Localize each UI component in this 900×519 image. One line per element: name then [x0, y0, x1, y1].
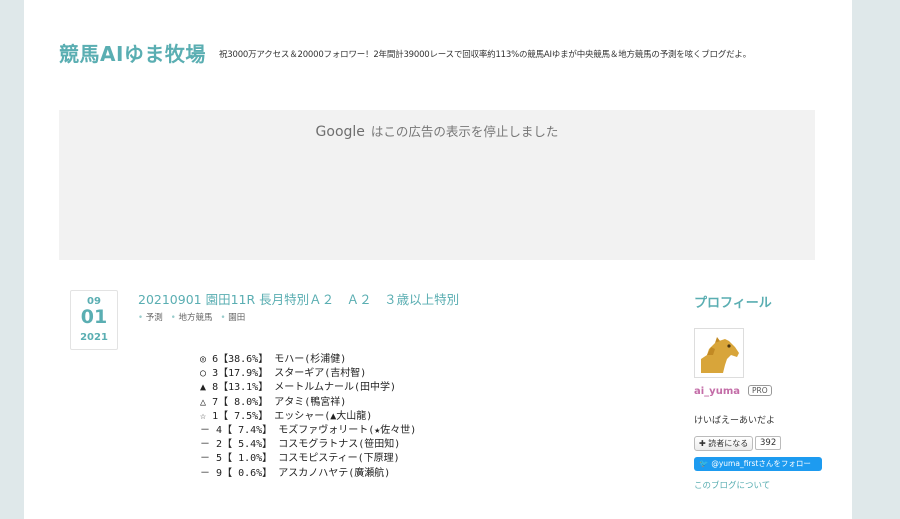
twitter-bird-icon: 🐦 [699, 459, 709, 468]
pro-badge: PRO [748, 385, 772, 396]
prediction-horse-number: 8 [212, 382, 219, 394]
prediction-mark: － [200, 453, 210, 465]
prediction-horse-number: 2 [216, 439, 223, 451]
prediction-probability: 8.0% [228, 396, 259, 408]
prediction-row: ◎ 6【38.6%】 モハー(杉浦健) [200, 354, 347, 365]
prediction-mark: △ [200, 396, 207, 408]
page-container: 競馬AIゆま牧場 祝3000万アクセス＆20000フォロワー！2年間計39000… [24, 0, 852, 519]
prediction-row: － 5【 1.0%】 コスモピスティー(下原理) [200, 453, 400, 465]
prediction-row: － 9【 0.6%】 アスカノハヤテ(廣瀬航) [200, 467, 391, 479]
prediction-mark: ◎ [200, 354, 207, 365]
prediction-row: △ 7【 8.0%】 アタミ(鴨宮祥) [200, 396, 347, 408]
prediction-horse-name: コスモグラトナス(笹田知) [278, 439, 401, 451]
entry-title-link[interactable]: 20210901 園田11R 長月特別Ａ２ Ａ２ ３歳以上特別 [138, 289, 459, 308]
prediction-horse-name: スターギア(吉村智) [274, 368, 367, 380]
prediction-probability: 7.4% [232, 425, 263, 437]
entry-categories: 予測 地方競馬 園田 [138, 311, 245, 323]
profile-bio: けいばえーあいだよ [694, 416, 776, 426]
category-link-prediction[interactable]: 予測 [138, 311, 163, 323]
about-blog-link[interactable]: このブログについて [694, 479, 770, 491]
twitter-follow-button[interactable]: 🐦 @yuma_firstさんをフォロー [694, 457, 822, 471]
prediction-row: ☆ 1【 7.5%】 エッシャー(▲大山龍) [200, 410, 373, 422]
prediction-horse-name: アタミ(鴨宮祥) [274, 396, 347, 408]
site-title-link[interactable]: 競馬AIゆま牧場 [59, 38, 206, 67]
prediction-horse-name: アスカノハヤテ(廣瀬航) [278, 467, 391, 479]
prediction-mark: ○ [200, 368, 207, 380]
prediction-list: ◎ 6【38.6%】 モハー(杉浦健) ○ 3【17.9%】 スターギア(吉村智)… [200, 353, 416, 481]
horse-logo-icon [695, 329, 743, 377]
prediction-horse-number: 3 [212, 368, 219, 380]
prediction-probability: 5.4% [232, 439, 263, 451]
prediction-mark: － [200, 467, 210, 479]
prediction-horse-number: 9 [216, 467, 223, 479]
google-logo: Google [315, 124, 365, 140]
entry-date-year: 2021 [80, 332, 108, 343]
profile-user-id-link[interactable]: ai_yuma [694, 386, 740, 397]
prediction-probability: 1.0% [232, 453, 263, 465]
ad-message: Google はこの広告の表示を停止しました [59, 121, 815, 140]
prediction-horse-name: モハー(杉浦健) [274, 354, 347, 365]
prediction-row: － 2【 5.4%】 コスモグラトナス(笹田知) [200, 439, 401, 451]
subscriber-count: 392 [755, 436, 782, 450]
category-link-sonoda[interactable]: 園田 [220, 311, 245, 323]
prediction-probability: 38.6% [228, 354, 259, 365]
prediction-horse-name: コスモピスティー(下原理) [278, 453, 400, 465]
prediction-horse-number: 1 [212, 410, 219, 422]
subscribe-button-label: 読者になる [708, 439, 749, 448]
site-description: 祝3000万アクセス＆20000フォロワー！2年間計39000レースで回収率約1… [219, 50, 751, 60]
prediction-horse-number: 5 [216, 453, 223, 465]
profile-avatar[interactable] [694, 328, 744, 378]
ad-stopped-text: はこの広告の表示を停止しました [370, 124, 559, 139]
prediction-horse-name: エッシャー(▲大山龍) [274, 410, 373, 422]
twitter-follow-label: @yuma_firstさんをフォロー [711, 459, 811, 468]
prediction-row: ○ 3【17.9%】 スターギア(吉村智) [200, 368, 367, 380]
prediction-probability: 0.6% [232, 467, 263, 479]
prediction-mark: ▲ [200, 382, 207, 394]
prediction-probability: 13.1% [228, 382, 259, 394]
entry-date-box[interactable]: 09 01 2021 [70, 290, 118, 350]
prediction-mark: ☆ [200, 410, 207, 422]
plus-icon: ✚ [699, 439, 706, 448]
subscribe-button[interactable]: ✚ 読者になる [694, 436, 754, 451]
prediction-mark: － [200, 425, 210, 437]
prediction-horse-name: モズファヴォリート(★佐々世) [278, 425, 417, 437]
ad-placeholder: Google はこの広告の表示を停止しました [59, 110, 815, 260]
prediction-horse-number: 7 [212, 396, 219, 408]
prediction-probability: 7.5% [228, 410, 259, 422]
prediction-mark: － [200, 439, 210, 451]
entry-date-day: 01 [80, 306, 108, 328]
prediction-horse-number: 4 [216, 425, 223, 437]
prediction-horse-name: メートルムナール(田中学) [274, 382, 397, 394]
prediction-horse-number: 6 [212, 354, 219, 365]
prediction-probability: 17.9% [228, 368, 259, 380]
category-link-local-racing[interactable]: 地方競馬 [171, 311, 212, 323]
prediction-row: ▲ 8【13.1%】 メートルムナール(田中学) [200, 382, 397, 394]
sidebar-profile-title: プロフィール [694, 296, 772, 311]
prediction-row: － 4【 7.4%】 モズファヴォリート(★佐々世) [200, 425, 417, 437]
